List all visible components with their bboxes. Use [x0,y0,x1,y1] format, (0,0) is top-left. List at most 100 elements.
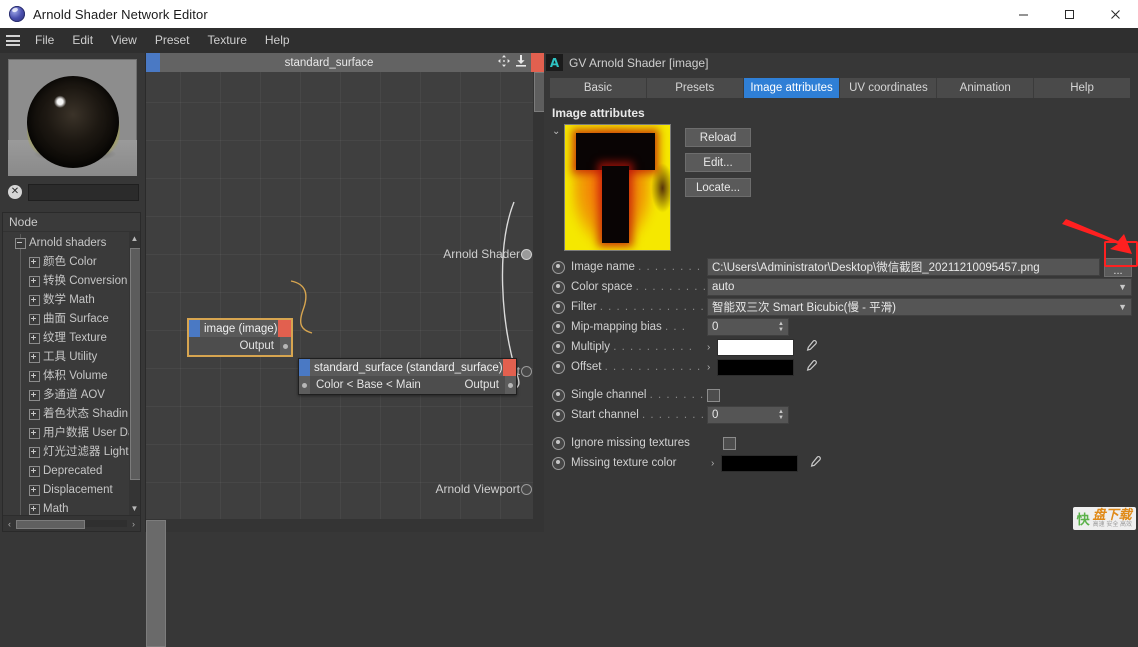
tree-item-displacement[interactable]: Displacement [3,481,140,500]
browse-button[interactable]: ... [1104,257,1132,277]
single-channel-checkbox[interactable] [707,388,720,402]
attr-toggle-icon[interactable] [552,388,565,402]
eyedropper-icon[interactable] [804,359,818,376]
tree-item-texture[interactable]: 纹理 Texture [3,329,140,348]
texture-thumbnail[interactable] [564,124,671,251]
tree-item-deprecated[interactable]: Deprecated [3,462,140,481]
ignore-missing-textures-checkbox[interactable] [723,436,736,450]
start-channel-stepper[interactable]: 0 ▲ ▼ [707,406,789,424]
expand-box-icon[interactable] [29,257,40,268]
locate-button[interactable]: Locate... [685,178,751,197]
multiply-color-swatch[interactable] [717,338,794,356]
tree-item-shading-state[interactable]: 着色状态 Shadin [3,405,140,424]
attr-toggle-icon[interactable] [552,456,565,470]
expand-box-icon[interactable] [29,447,40,458]
menu-item-file[interactable]: File [26,28,63,53]
attr-toggle-icon[interactable] [552,360,565,374]
graph-vertical-scrollbar[interactable] [533,72,544,519]
missing-texture-color-swatch[interactable] [721,454,798,472]
chevron-down-icon[interactable]: ⌄ [552,124,564,137]
node-row-output[interactable]: Output [189,337,291,355]
mip-mapping-bias-stepper[interactable]: 0 ▲ ▼ [707,318,789,336]
expand-box-icon[interactable] [29,390,40,401]
tab-image-attributes[interactable]: Image attributes [743,78,841,98]
expand-box-icon[interactable] [29,371,40,382]
menu-item-view[interactable]: View [102,28,146,53]
move-icon[interactable] [498,55,510,70]
close-icon[interactable] [1092,0,1138,28]
node-title-bar[interactable]: image (image) [189,320,291,337]
tree-item-light-filter[interactable]: 灯光过滤器 Light [3,443,140,462]
expander-icon[interactable]: › [707,342,717,353]
hamburger-icon[interactable] [0,28,26,53]
tab-animation[interactable]: Animation [937,78,1035,98]
scroll-up-icon[interactable]: ▲ [129,232,140,245]
expand-box-icon[interactable] [29,485,40,496]
tree-item-math[interactable]: Math [3,500,140,515]
search-input[interactable] [28,183,139,201]
material-preview-swatch[interactable] [8,59,137,176]
output-port-arnold-viewport[interactable] [521,484,532,495]
tab-uv-coordinates[interactable]: UV coordinates [840,78,938,98]
expand-box-icon[interactable] [29,295,40,306]
tab-basic[interactable]: Basic [550,78,647,98]
expander-icon[interactable]: › [711,458,721,469]
node-output-port[interactable] [280,337,291,355]
node-image[interactable]: image (image) Output [188,319,292,356]
output-port-arnold-shader[interactable] [521,249,532,260]
tree-item-color[interactable]: 颜色 Color [3,253,140,272]
expand-box-icon[interactable] [29,409,40,420]
expand-box-icon[interactable] [29,352,40,363]
tree-item-arnold-shaders[interactable]: Arnold shaders [3,234,140,253]
tree-vertical-scrollbar[interactable]: ▲ ▼ [129,232,140,515]
eyedropper-icon[interactable] [808,455,822,472]
node-standard-surface[interactable]: standard_surface (standard_surface) Colo… [298,358,517,395]
tree-item-utility[interactable]: 工具 Utility [3,348,140,367]
graph-canvas[interactable]: Arnold Shader Arnold Displacement Arnold… [146,72,544,519]
attr-toggle-icon[interactable] [552,320,565,334]
tree-item-conversion[interactable]: 转换 Conversion [3,272,140,291]
collapse-box-icon[interactable] [15,238,26,249]
expand-box-icon[interactable] [29,276,40,287]
menu-item-edit[interactable]: Edit [63,28,102,53]
expand-box-icon[interactable] [29,466,40,477]
tree-item-user-data[interactable]: 用户数据 User Da [3,424,140,443]
chevron-down-icon[interactable]: ▼ [1114,282,1127,292]
expand-box-icon[interactable] [29,314,40,325]
stepper-arrows-icon[interactable]: ▲ ▼ [778,321,784,333]
node-title-bar[interactable]: standard_surface (standard_surface) [299,359,516,376]
node-input-port[interactable] [299,376,310,394]
maximize-icon[interactable] [1046,0,1092,28]
expander-icon[interactable]: › [707,362,717,373]
scrollbar-track[interactable] [16,520,127,529]
scroll-left-icon[interactable]: ‹ [3,519,16,529]
expand-box-icon[interactable] [29,428,40,439]
scrollbar-thumb[interactable] [146,520,166,647]
tree-item-surface[interactable]: 曲面 Surface [3,310,140,329]
scroll-right-icon[interactable]: › [127,519,140,529]
graph-horizontal-scrollbar[interactable] [146,519,544,647]
attr-toggle-icon[interactable] [552,280,565,294]
expand-box-icon[interactable] [29,504,40,515]
scrollbar-thumb[interactable] [16,520,85,529]
tab-help[interactable]: Help [1034,78,1130,98]
filter-select[interactable]: 智能双三次 Smart Bicubic(慢 - 平滑) ▼ [707,298,1132,316]
color-space-select[interactable]: auto ▼ [707,278,1132,296]
menu-item-texture[interactable]: Texture [199,28,256,53]
stepper-arrows-icon[interactable]: ▲ ▼ [778,409,784,421]
attr-toggle-icon[interactable] [552,436,565,450]
tree-horizontal-scrollbar[interactable]: ‹ › [3,515,140,531]
clear-icon[interactable]: ✕ [8,185,22,199]
edit-button[interactable]: Edit... [685,153,751,172]
tree-item-volume[interactable]: 体积 Volume [3,367,140,386]
image-name-input[interactable]: C:\Users\Administrator\Desktop\微信截图_2021… [707,258,1100,276]
eyedropper-icon[interactable] [804,339,818,356]
minimize-icon[interactable] [1000,0,1046,28]
expand-box-icon[interactable] [29,333,40,344]
attr-toggle-icon[interactable] [552,260,565,274]
download-icon[interactable] [515,55,527,70]
reload-button[interactable]: Reload [685,128,751,147]
tab-presets[interactable]: Presets [647,78,744,98]
attr-toggle-icon[interactable] [552,340,565,354]
chevron-down-icon[interactable]: ▼ [1114,302,1127,312]
